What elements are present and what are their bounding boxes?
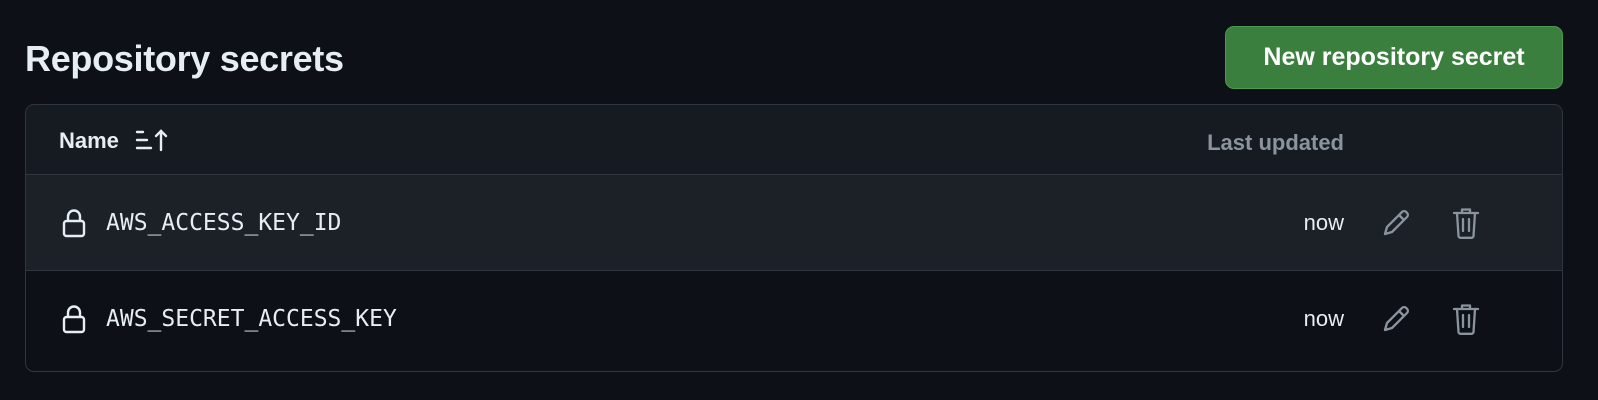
lock-icon [62,304,86,334]
table-header: Name Last updated [26,105,1562,175]
new-repository-secret-button[interactable]: New repository secret [1225,26,1563,89]
pencil-icon[interactable] [1380,303,1412,335]
name-column-header: Name [59,128,119,153]
last-updated-value: now [1303,210,1344,235]
table-row: AWS_ACCESS_KEY_ID now [26,175,1562,271]
trash-icon[interactable] [1452,302,1480,336]
sort-ascending-icon [135,128,171,154]
page-header: Repository secrets New repository secret [25,26,1563,89]
table-row: AWS_SECRET_ACCESS_KEY now [26,271,1562,367]
trash-icon[interactable] [1452,206,1480,240]
last-updated-value: now [1303,306,1344,331]
last-updated-column-header: Last updated [1207,130,1344,155]
pencil-icon[interactable] [1380,207,1412,239]
lock-icon [62,208,86,238]
name-column-sort-button[interactable]: Name [59,128,171,154]
page-title: Repository secrets [25,38,344,79]
secret-name: AWS_SECRET_ACCESS_KEY [106,306,397,332]
secrets-table: Name Last updated AWS_ACCESS_KEY_ID now … [25,104,1563,372]
secret-name: AWS_ACCESS_KEY_ID [106,210,342,236]
